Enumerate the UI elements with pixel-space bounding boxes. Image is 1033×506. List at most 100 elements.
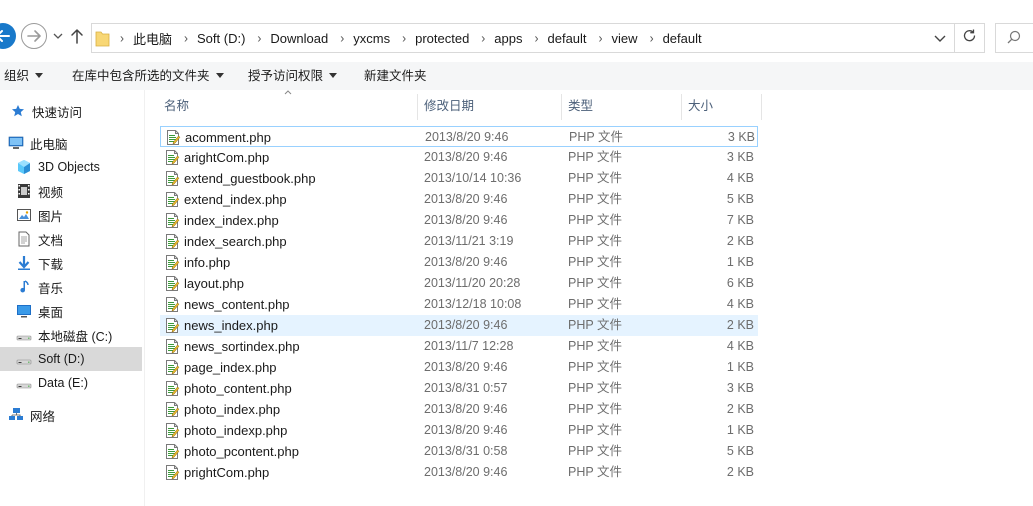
php-file-icon — [164, 296, 180, 313]
nav-item-1[interactable]: 此电脑 — [0, 131, 142, 155]
refresh-button[interactable] — [955, 23, 985, 53]
chevron-right-icon[interactable]: › — [257, 30, 261, 45]
chevron-right-icon[interactable]: › — [650, 30, 654, 45]
file-date: 2013/8/20 9:46 — [424, 213, 508, 227]
nav-item-0[interactable]: 快速访问 — [0, 99, 142, 123]
breadcrumb-item[interactable]: Download — [270, 31, 328, 46]
file-type: PHP 文件 — [568, 213, 622, 227]
file-date: 2013/12/18 10:08 — [424, 297, 522, 311]
file-row[interactable]: extend_index.php 2013/8/20 9:46 PHP 文件 5 KB — [160, 189, 758, 210]
file-row[interactable]: index_index.php 2013/8/20 9:46 PHP 文件 7 KB — [160, 210, 758, 231]
column-header-date[interactable]: 修改日期 — [420, 94, 562, 120]
nav-item-2[interactable]: 3D Objects — [0, 155, 142, 179]
recent-locations-button[interactable] — [52, 29, 64, 43]
nav-item-11[interactable]: Data (E:) — [0, 371, 142, 395]
nav-item-label: 快速访问 — [32, 105, 83, 120]
download-icon — [16, 255, 32, 271]
column-header-size[interactable]: 大小 — [684, 94, 762, 120]
file-row[interactable]: page_index.php 2013/8/20 9:46 PHP 文件 1 KB — [160, 357, 758, 378]
nav-item-12[interactable]: 网络 — [0, 403, 142, 427]
file-row[interactable]: prightCom.php 2013/8/20 9:46 PHP 文件 2 KB — [160, 462, 758, 483]
chevron-right-icon[interactable]: › — [120, 30, 124, 45]
breadcrumb-item[interactable]: 此电脑 — [133, 29, 172, 48]
php-file-icon — [164, 401, 180, 418]
file-row[interactable]: layout.php 2013/11/20 20:28 PHP 文件 6 KB — [160, 273, 758, 294]
file-row[interactable]: acomment.php 2013/8/20 9:46 PHP 文件 3 KB — [160, 126, 758, 147]
new-folder-button[interactable]: 新建文件夹 — [364, 62, 427, 90]
file-size: 3 KB — [726, 150, 754, 164]
chevron-right-icon[interactable]: › — [599, 30, 603, 45]
file-size: 1 KB — [726, 255, 754, 269]
file-row[interactable]: index_search.php 2013/11/21 3:19 PHP 文件 2 K… — [160, 231, 758, 252]
up-button[interactable] — [69, 27, 85, 45]
file-row[interactable]: news_content.php 2013/12/18 10:08 PHP 文件 4 … — [160, 294, 758, 315]
column-header-name[interactable]: 名称 — [160, 94, 418, 120]
php-file-icon — [164, 191, 180, 208]
breadcrumb-item[interactable]: default — [548, 31, 587, 46]
video-icon — [16, 183, 32, 199]
file-date: 2013/8/20 9:46 — [424, 150, 508, 164]
file-row[interactable]: news_index.php 2013/8/20 9:46 PHP 文件 2 KB — [160, 315, 758, 336]
forward-button[interactable] — [21, 23, 47, 49]
file-size: 4 KB — [726, 297, 754, 311]
file-date: 2013/8/20 9:46 — [424, 318, 508, 332]
php-file-icon — [164, 359, 180, 376]
drive-icon — [16, 351, 32, 367]
chevron-right-icon[interactable]: › — [402, 30, 406, 45]
chevron-right-icon[interactable]: › — [340, 30, 344, 45]
nav-item-6[interactable]: 下载 — [0, 251, 142, 275]
organize-menu[interactable]: 组织 — [4, 62, 44, 90]
breadcrumb-item[interactable]: view — [612, 31, 638, 46]
file-type: PHP 文件 — [568, 423, 622, 437]
file-row[interactable]: info.php 2013/8/20 9:46 PHP 文件 1 KB — [160, 252, 758, 273]
nav-item-9[interactable]: 本地磁盘 (C:) — [0, 323, 142, 347]
breadcrumb-item[interactable]: protected — [415, 31, 469, 46]
file-type: PHP 文件 — [568, 192, 622, 206]
file-type: PHP 文件 — [568, 465, 622, 479]
php-file-icon — [164, 170, 180, 187]
breadcrumb-item[interactable]: Soft (D:) — [197, 31, 245, 46]
back-button[interactable] — [0, 23, 16, 49]
nav-item-4[interactable]: 图片 — [0, 203, 142, 227]
file-date: 2013/8/20 9:46 — [424, 465, 508, 479]
document-icon — [16, 231, 32, 247]
file-row[interactable]: photo_pcontent.php 2013/8/31 0:58 PHP 文件 5 … — [160, 441, 758, 462]
navigation-pane: 快速访问此电脑 3D Objects 视频 图片文档下载 音乐 桌面 本地磁盘 (C:) So… — [0, 90, 145, 506]
breadcrumb-item[interactable]: apps — [494, 31, 522, 46]
nav-item-3[interactable]: 视频 — [0, 179, 142, 203]
php-file-icon — [164, 233, 180, 250]
column-header-type[interactable]: 类型 — [564, 94, 682, 120]
php-file-icon — [164, 317, 180, 334]
caret-down-icon — [35, 73, 44, 79]
nav-item-10[interactable]: Soft (D:) — [0, 347, 142, 371]
include-in-library-menu[interactable]: 在库中包含所选的文件夹 — [72, 62, 224, 90]
nav-item-8[interactable]: 桌面 — [0, 299, 142, 323]
file-row[interactable]: news_sortindex.php 2013/11/7 12:28 PHP 文件 4… — [160, 336, 758, 357]
file-type: PHP 文件 — [568, 297, 622, 311]
desktop-icon — [16, 303, 32, 319]
file-row[interactable]: photo_content.php 2013/8/31 0:57 PHP 文件 3 K… — [160, 378, 758, 399]
file-row[interactable]: photo_index.php 2013/8/20 9:46 PHP 文件 2 KB — [160, 399, 758, 420]
computer-icon — [8, 135, 24, 151]
drive-icon — [16, 327, 32, 343]
breadcrumb-item[interactable]: yxcms — [353, 31, 390, 46]
grant-access-menu[interactable]: 授予访问权限 — [248, 62, 338, 90]
nav-item-label: 文档 — [38, 233, 64, 248]
file-size: 4 KB — [726, 339, 754, 353]
breadcrumb-item[interactable]: default — [663, 31, 702, 46]
search-input[interactable] — [995, 23, 1033, 53]
file-row[interactable]: extend_guestbook.php 2013/10/14 10:36 PHP … — [160, 168, 758, 189]
file-type: PHP 文件 — [568, 318, 622, 332]
file-row[interactable]: photo_indexp.php 2013/8/20 9:46 PHP 文件 1 KB — [160, 420, 758, 441]
nav-item-5[interactable]: 文档 — [0, 227, 142, 251]
chevron-down-icon[interactable] — [934, 33, 946, 43]
drive-icon — [16, 375, 32, 391]
chevron-right-icon[interactable]: › — [535, 30, 539, 45]
search-icon — [1007, 30, 1021, 44]
nav-item-7[interactable]: 音乐 — [0, 275, 142, 299]
file-row[interactable]: arightCom.php 2013/8/20 9:46 PHP 文件 3 KB — [160, 147, 758, 168]
chevron-right-icon[interactable]: › — [481, 30, 485, 45]
file-name: index_index.php — [184, 213, 279, 228]
address-bar[interactable]: › 此电脑 › Soft (D:) › Download › yxcms › protected ›… — [91, 23, 955, 53]
chevron-right-icon[interactable]: › — [184, 30, 188, 45]
